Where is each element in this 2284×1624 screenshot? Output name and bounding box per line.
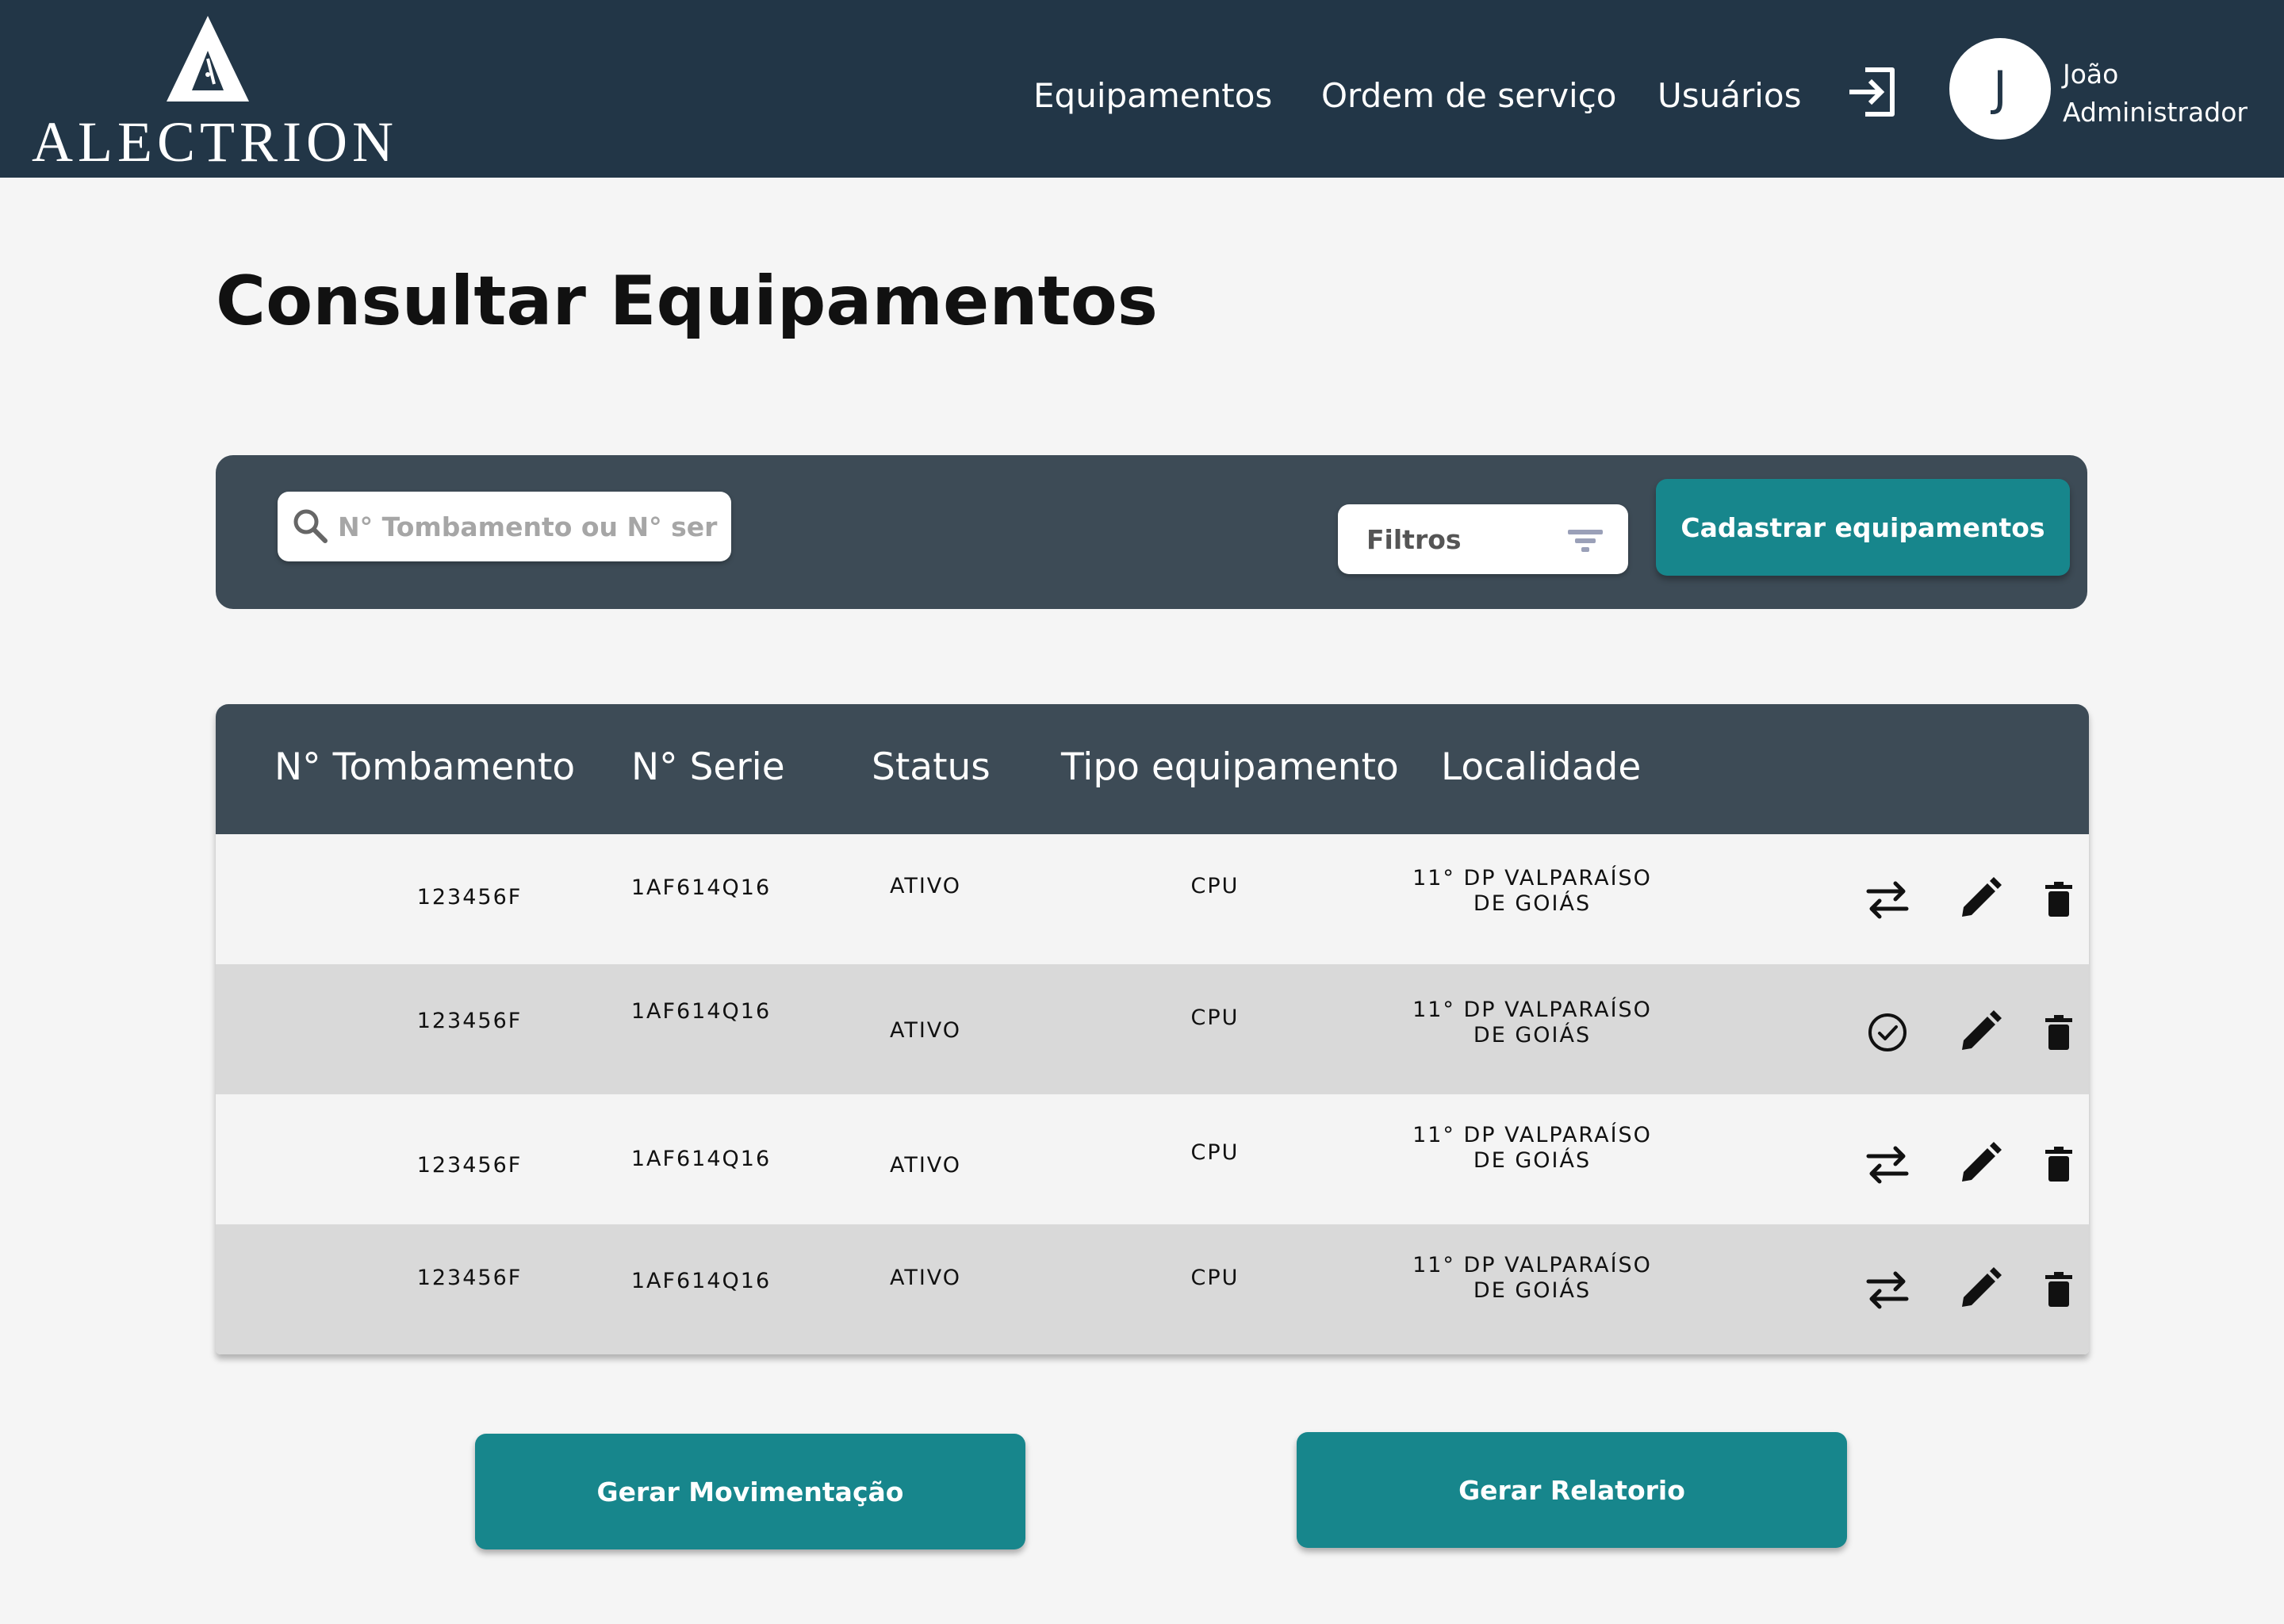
user-avatar[interactable]: J [1949, 38, 2051, 140]
generate-report-button[interactable]: Gerar Relatorio [1297, 1432, 1847, 1548]
pencil-edit-icon[interactable] [1956, 1266, 2003, 1313]
search-toolbar: Filtros Cadastrar equipamentos [216, 455, 2087, 609]
equipment-table: N° Tombamento N° Serie Status Tipo equip… [216, 704, 2089, 1354]
user-role: Administrador [2063, 97, 2248, 128]
cell-localidade-line2: DE GOIÁS [1473, 1023, 1592, 1048]
swap-arrows-icon[interactable] [1864, 875, 1911, 923]
cell-localidade-line1: 11° DP VALPARAÍSO [1412, 1253, 1652, 1277]
logo-text: ALECTRION [32, 110, 398, 174]
header-serie: N° Serie [631, 745, 785, 789]
cell-localidade-line2: DE GOIÁS [1473, 1278, 1592, 1303]
alectrion-logo[interactable]: ALECTRION [32, 14, 393, 174]
header-tombamento: N° Tombamento [274, 745, 576, 789]
table-header: N° Tombamento N° Serie Status Tipo equip… [216, 704, 2089, 834]
check-circle-icon[interactable] [1864, 1009, 1911, 1056]
table-row[interactable]: 123456F 1AF614Q16 ATIVO CPU 11° DP VALPA… [216, 834, 2089, 964]
trash-icon[interactable] [2035, 1266, 2083, 1313]
nav-usuarios[interactable]: Usuários [1657, 76, 1802, 115]
search-icon [293, 509, 328, 543]
trash-icon[interactable] [2035, 1140, 2083, 1188]
header-tipo: Tipo equipamento [1061, 745, 1399, 789]
cell-status: ATIVO [889, 1018, 962, 1043]
logo-triangle-icon [167, 16, 249, 102]
nav-ordem-servico[interactable]: Ordem de serviço [1321, 76, 1617, 115]
pencil-edit-icon[interactable] [1956, 875, 2003, 923]
nav-equipamentos[interactable]: Equipamentos [1033, 76, 1272, 115]
pencil-edit-icon[interactable] [1956, 1009, 2003, 1056]
logout-icon[interactable] [1845, 65, 1899, 119]
swap-arrows-icon[interactable] [1864, 1140, 1911, 1188]
cell-localidade-line2: DE GOIÁS [1473, 891, 1592, 916]
cell-localidade-line1: 11° DP VALPARAÍSO [1412, 1123, 1652, 1147]
header-localidade: Localidade [1441, 745, 1642, 789]
table-row[interactable]: 123456F 1AF614Q16 ATIVO CPU 11° DP VALPA… [216, 964, 2089, 1094]
cell-status: ATIVO [889, 1266, 962, 1290]
table-row[interactable]: 123456F 1AF614Q16 ATIVO CPU 11° DP VALPA… [216, 1094, 2089, 1224]
page-title: Consultar Equipamentos [216, 262, 1158, 341]
cell-tipo: CPU [1190, 1140, 1240, 1165]
cell-status: ATIVO [889, 874, 962, 898]
filter-dropdown[interactable]: Filtros [1338, 504, 1628, 574]
user-name: João [2063, 59, 2119, 90]
search-box[interactable] [278, 492, 731, 561]
cell-tipo: CPU [1190, 1005, 1240, 1030]
cell-localidade-line2: DE GOIÁS [1473, 1148, 1592, 1173]
pencil-edit-icon[interactable] [1956, 1140, 2003, 1188]
cell-tipo: CPU [1190, 1266, 1240, 1290]
cell-localidade-line1: 11° DP VALPARAÍSO [1412, 998, 1652, 1022]
filter-lines-icon [1568, 530, 1603, 552]
cell-localidade-line1: 11° DP VALPARAÍSO [1412, 866, 1652, 891]
top-navbar: ALECTRION Equipamentos Ordem de serviço … [0, 0, 2284, 178]
header-status: Status [872, 745, 991, 789]
cell-tipo: CPU [1190, 874, 1240, 898]
swap-arrows-icon[interactable] [1864, 1266, 1911, 1313]
trash-icon[interactable] [2035, 875, 2083, 923]
table-row[interactable]: 123456F 1AF614Q16 ATIVO CPU 11° DP VALPA… [216, 1224, 2089, 1354]
generate-movement-button[interactable]: Gerar Movimentação [475, 1434, 1025, 1549]
register-equipment-button[interactable]: Cadastrar equipamentos [1656, 479, 2070, 576]
trash-icon[interactable] [2035, 1009, 2083, 1056]
search-input[interactable] [338, 492, 719, 561]
cell-status: ATIVO [889, 1153, 962, 1178]
filter-label: Filtros [1366, 524, 1462, 555]
